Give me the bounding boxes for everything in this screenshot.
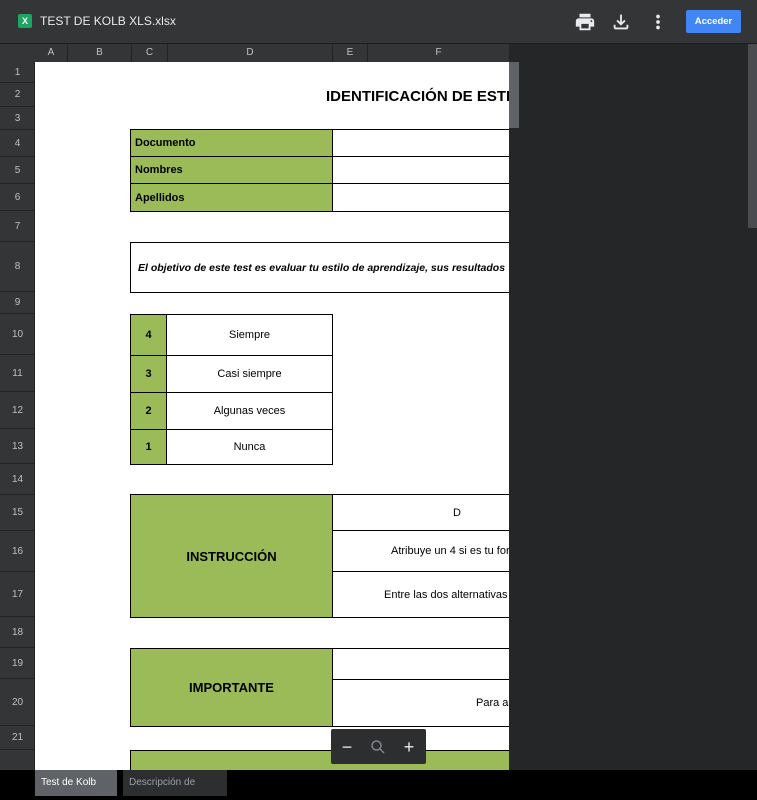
spreadsheet-viewer: { "file": {"title": "TEST DE KOLB XLS.xl… — [0, 0, 757, 800]
scale-value: 1 — [130, 429, 167, 465]
sheet-tab-label: Test de Kolb — [41, 777, 97, 788]
empty-panel — [509, 44, 757, 770]
sheet-tabs-bar: Test de Kolb Descripción de estilos — [0, 770, 757, 800]
instruction-line: Atribuye un 4 si es tu for — [332, 530, 509, 572]
download-icon[interactable] — [610, 11, 632, 33]
instruction-line: Entre las dos alternativas — [332, 571, 509, 618]
zoom-out-button[interactable]: − — [337, 737, 357, 757]
row-header[interactable]: 3 — [0, 107, 34, 130]
field-value-nombres[interactable] — [332, 156, 509, 184]
column-header-c[interactable]: C — [132, 44, 168, 62]
field-value-documento[interactable] — [332, 129, 509, 157]
next-section-header — [130, 750, 509, 770]
row-header[interactable]: 9 — [0, 292, 34, 314]
top-bar: X TEST DE KOLB XLS.xlsx Acceder — [0, 0, 757, 44]
field-value-apellidos[interactable] — [332, 183, 509, 212]
column-header-b[interactable]: B — [68, 44, 132, 62]
field-label-documento: Documento — [130, 129, 333, 157]
row-header[interactable]: 14 — [0, 464, 34, 495]
instruction-title: INSTRUCCIÓN — [130, 494, 333, 618]
row-header[interactable]: 11 — [0, 355, 34, 392]
column-header-d[interactable]: D — [168, 44, 333, 62]
row-header[interactable]: 20 — [0, 679, 34, 726]
row-header[interactable]: 10 — [0, 314, 34, 355]
row-header[interactable]: 2 — [0, 83, 34, 107]
row-header[interactable]: 6 — [0, 184, 34, 211]
scale-value: 4 — [130, 314, 167, 356]
row-header[interactable]: 18 — [0, 617, 34, 648]
row-header[interactable]: 5 — [0, 157, 34, 184]
scale-label: Casi siempre — [166, 355, 333, 393]
scale-value: 2 — [130, 392, 167, 430]
sheet-scrollbar[interactable] — [509, 62, 519, 128]
zoom-controls: − + — [331, 729, 426, 764]
scale-label: Siempre — [166, 314, 333, 356]
column-header-e[interactable]: E — [333, 44, 368, 62]
column-header-f[interactable]: F — [368, 44, 509, 62]
sheet-tab-test-de-kolb[interactable]: Test de Kolb — [35, 770, 117, 796]
row-header[interactable]: 13 — [0, 429, 34, 464]
sign-in-button[interactable]: Acceder — [686, 10, 741, 33]
row-headers: 1 2 3 4 5 6 7 8 9 10 11 12 13 14 15 16 1… — [0, 62, 35, 770]
row-header[interactable]: 4 — [0, 130, 34, 157]
field-label-nombres: Nombres — [130, 156, 333, 184]
sheet-grid[interactable]: IDENTIFICACIÓN DE ESTI Documento Nombres… — [35, 62, 509, 770]
instruction-line: D — [332, 494, 509, 531]
column-header-a[interactable]: A — [35, 44, 68, 62]
sheet-tab-descripcion[interactable]: Descripción de estilos — [123, 770, 227, 796]
row-header[interactable]: 17 — [0, 572, 34, 617]
row-header[interactable]: 7 — [0, 211, 34, 242]
zoom-in-button[interactable]: + — [399, 737, 419, 757]
field-label-apellidos: Apellidos — [130, 183, 333, 212]
column-headers: A B C D E F — [0, 44, 509, 62]
zoom-search-icon[interactable] — [368, 737, 388, 757]
objective-text: El objetivo de este test es evaluar tu e… — [130, 242, 509, 293]
page-scrollbar[interactable] — [748, 44, 757, 228]
file-title: TEST DE KOLB XLS.xlsx — [40, 14, 176, 28]
sheet-tab-label: Descripción de estilos — [129, 777, 196, 788]
important-line: Para as — [332, 679, 509, 727]
scale-label: Nunca — [166, 429, 333, 465]
important-title: IMPORTANTE — [130, 648, 333, 727]
print-icon[interactable] — [574, 11, 596, 33]
row-header[interactable]: 1 — [0, 62, 34, 83]
scale-value: 3 — [130, 355, 167, 393]
excel-file-icon: X — [18, 14, 32, 28]
scale-label: Algunas veces — [166, 392, 333, 430]
more-vert-icon[interactable] — [647, 11, 669, 33]
important-line — [332, 648, 509, 680]
row-header[interactable]: 19 — [0, 648, 34, 679]
row-header[interactable]: 8 — [0, 242, 34, 292]
sheet-heading: IDENTIFICACIÓN DE ESTI — [326, 87, 509, 105]
row-header[interactable]: 21 — [0, 726, 34, 750]
row-header[interactable]: 15 — [0, 495, 34, 531]
row-header[interactable]: 12 — [0, 392, 34, 429]
row-header[interactable]: 16 — [0, 531, 34, 572]
